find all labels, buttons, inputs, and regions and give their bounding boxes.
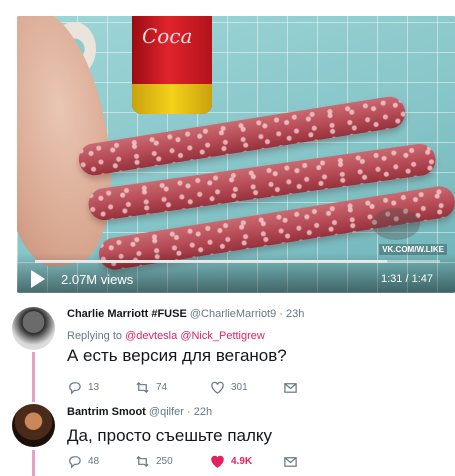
mention-link[interactable]: @Nick_Pettigrew	[180, 330, 265, 342]
retweet-icon	[136, 381, 149, 394]
like-button[interactable]: 301	[210, 380, 248, 395]
reply-icon	[69, 382, 81, 395]
like-count: 301	[231, 382, 248, 393]
soda-can-image: Coca	[132, 16, 212, 114]
tweet-time[interactable]: · 23h	[279, 308, 304, 320]
tweet-time[interactable]: · 22h	[187, 406, 212, 418]
envelope-icon	[284, 457, 297, 467]
dm-button[interactable]	[283, 454, 298, 469]
tweet-author: Bantrim Smoot @qilfer · 22h	[67, 406, 212, 418]
author-handle[interactable]: @qilfer	[149, 406, 184, 418]
tweet-text: А есть версия для веганов?	[67, 346, 287, 365]
retweet-count: 250	[156, 456, 173, 467]
play-icon[interactable]	[31, 270, 45, 288]
heart-icon	[211, 455, 224, 468]
tweet-text: Да, просто съешьте палку	[67, 426, 273, 445]
video-player[interactable]: Coca VK.COM/W.LIKE 2.07M views 1:31 / 1:…	[17, 16, 455, 293]
retweet-count: 74	[156, 382, 168, 393]
retweet-button[interactable]: 250	[135, 454, 173, 469]
thread-line	[32, 352, 35, 402]
tweet-actions: 13 74 301	[67, 380, 337, 398]
reply-count: 13	[88, 382, 100, 393]
heart-icon	[211, 381, 224, 394]
author-name[interactable]: Bantrim Smoot	[67, 406, 146, 418]
author-name[interactable]: Charlie Marriott #FUSE	[67, 308, 187, 320]
view-count: 2.07M views	[61, 272, 134, 287]
replying-prefix: Replying to	[67, 330, 123, 342]
reply-button[interactable]: 48	[67, 454, 99, 469]
dm-button[interactable]	[283, 380, 298, 395]
reply-icon	[69, 456, 81, 469]
author-handle[interactable]: @CharlieMarriot9	[190, 308, 276, 320]
reply-count: 48	[88, 456, 100, 467]
video-time: 1:31 / 1:47	[381, 273, 433, 285]
avatar[interactable]	[12, 404, 55, 447]
retweet-button[interactable]: 74	[135, 380, 167, 395]
like-button[interactable]: 4.9K	[210, 454, 252, 469]
reply-button[interactable]: 13	[67, 380, 99, 395]
thread-line	[32, 450, 35, 476]
retweet-icon	[136, 455, 149, 468]
tweet-actions: 48 250 4.9K	[67, 454, 337, 472]
replying-to: Replying to @devtesla @Nick_Pettigrew	[67, 330, 265, 342]
video-controls: 2.07M views 1:31 / 1:47	[17, 253, 455, 293]
envelope-icon	[284, 383, 297, 393]
like-count: 4.9K	[231, 456, 253, 467]
mention-link[interactable]: @devtesla	[125, 330, 177, 342]
watermark-logo	[372, 208, 420, 240]
avatar[interactable]	[12, 307, 55, 350]
tweet-author: Charlie Marriott #FUSE @CharlieMarriot9 …	[67, 308, 304, 320]
